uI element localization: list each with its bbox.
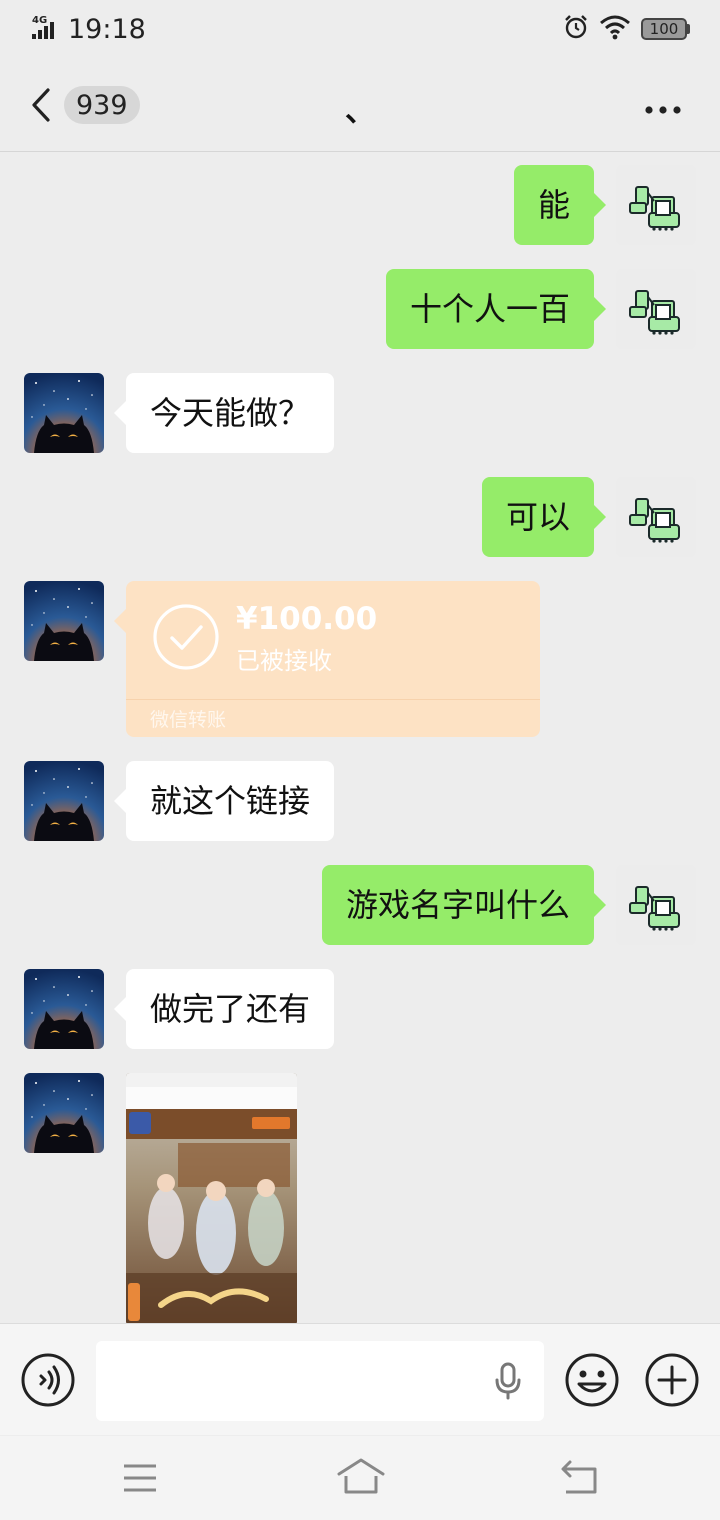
back-arrow-icon[interactable] bbox=[26, 86, 56, 124]
alarm-icon bbox=[563, 14, 589, 44]
signal-icon: 4G bbox=[30, 14, 60, 44]
sent-message-bubble[interactable]: 能 bbox=[513, 165, 607, 245]
contact-avatar[interactable] bbox=[24, 761, 104, 841]
message-input[interactable] bbox=[96, 1341, 544, 1421]
my-avatar[interactable] bbox=[616, 269, 696, 349]
mic-icon[interactable] bbox=[492, 1362, 524, 1404]
transfer-card[interactable]: ¥100.00 已被接收 微信转账 bbox=[114, 581, 540, 737]
my-avatar[interactable] bbox=[616, 477, 696, 557]
transfer-label: 微信转账 bbox=[150, 709, 227, 731]
more-dots-icon[interactable] bbox=[644, 100, 682, 114]
input-bar bbox=[0, 1323, 720, 1435]
plus-icon[interactable] bbox=[644, 1352, 700, 1412]
message-list[interactable]: 能 十个人一百 今天能做？ 可以 ¥100.00 已被接收 微信转账 就这个链接… bbox=[0, 153, 720, 1323]
image-message[interactable] bbox=[126, 1073, 297, 1323]
battery-level: 100 bbox=[641, 18, 687, 40]
chat-title: 、 bbox=[345, 94, 375, 129]
check-circle-icon bbox=[152, 603, 220, 675]
chat-header: 939 、 bbox=[0, 56, 720, 152]
back-icon[interactable] bbox=[560, 1458, 600, 1502]
sent-message-bubble[interactable]: 可以 bbox=[481, 477, 607, 557]
voice-icon[interactable] bbox=[20, 1352, 76, 1412]
menu-icon[interactable] bbox=[122, 1458, 158, 1502]
contact-avatar[interactable] bbox=[24, 1073, 104, 1153]
wifi-icon bbox=[599, 14, 631, 44]
home-icon[interactable] bbox=[336, 1454, 386, 1502]
my-avatar[interactable] bbox=[616, 165, 696, 245]
sent-message-bubble[interactable]: 十个人一百 bbox=[385, 269, 607, 349]
game-screenshot-thumbnail bbox=[126, 1073, 297, 1323]
sent-message-bubble[interactable]: 游戏名字叫什么 bbox=[321, 865, 607, 945]
received-message-bubble[interactable]: 今天能做？ bbox=[113, 373, 335, 453]
contact-avatar[interactable] bbox=[24, 581, 104, 661]
system-nav-bar bbox=[0, 1436, 720, 1520]
status-bar: 4G 19:18 100 bbox=[0, 0, 720, 56]
network-label: 4G bbox=[32, 15, 47, 26]
received-message-bubble[interactable]: 做完了还有 bbox=[113, 969, 335, 1049]
status-time: 19:18 bbox=[68, 14, 146, 45]
received-message-bubble[interactable]: 就这个链接 bbox=[113, 761, 335, 841]
unread-count-badge[interactable]: 939 bbox=[64, 86, 140, 124]
my-avatar[interactable] bbox=[616, 865, 696, 945]
battery-icon: 100 bbox=[641, 18, 690, 40]
divider bbox=[126, 699, 540, 700]
contact-avatar[interactable] bbox=[24, 969, 104, 1049]
transfer-amount: ¥100.00 bbox=[236, 601, 378, 637]
emoji-icon[interactable] bbox=[564, 1352, 620, 1412]
transfer-status: 已被接收 bbox=[236, 647, 332, 675]
status-icons: 100 bbox=[563, 14, 690, 44]
contact-avatar[interactable] bbox=[24, 373, 104, 453]
